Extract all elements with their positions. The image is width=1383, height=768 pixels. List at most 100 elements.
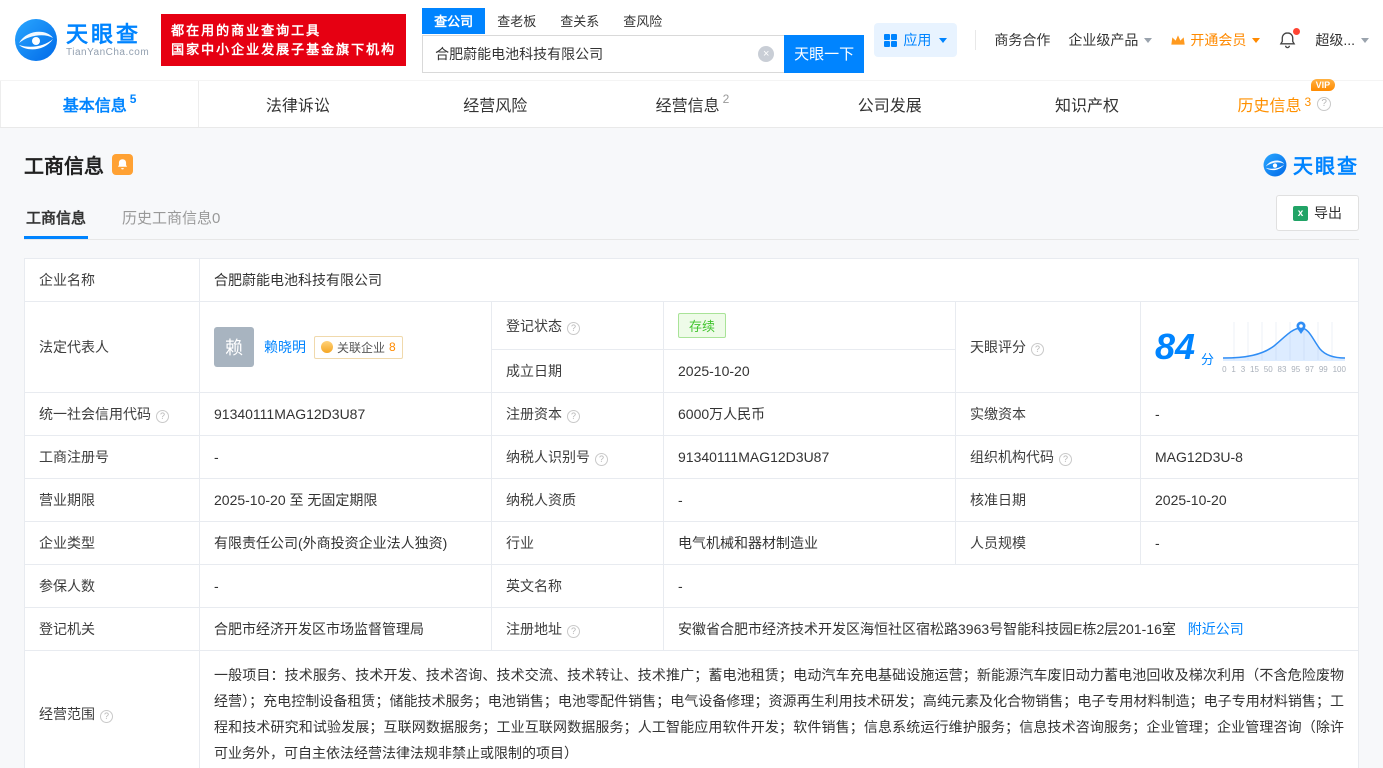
paid-capital-value: - (1140, 392, 1359, 436)
reg-status-value: 存续 (663, 301, 956, 350)
promo-banner: 都在用的商业查询工具 国家中小企业发展子基金旗下机构 (161, 14, 407, 66)
insured-value: - (199, 564, 492, 608)
org-code-value: MAG12D3U-8 (1140, 435, 1359, 479)
reg-capital-value: 6000万人民币 (663, 392, 956, 436)
taxpayer-id-label: 纳税人识别号? (491, 435, 664, 479)
search-tab-risk[interactable]: 查风险 (611, 8, 674, 34)
help-icon[interactable]: ? (595, 453, 608, 466)
menu-enterprise-products[interactable]: 企业级产品 (1068, 30, 1153, 50)
search-tab-boss[interactable]: 查老板 (485, 8, 548, 34)
page-title: 工商信息 (24, 156, 104, 178)
staff-size-value: - (1140, 521, 1359, 565)
menu-cooperation-label: 商务合作 (994, 32, 1051, 48)
status-badge: 存续 (678, 313, 727, 338)
menu-super-vip[interactable]: 超级... (1315, 30, 1369, 50)
industry-value: 电气机械和器材制造业 (663, 521, 956, 565)
main-content: 工商信息 天眼查 工商信息 历史工商信息0 x 导出 企业名称 合肥蔚能电池科技… (0, 128, 1383, 768)
score-curve (1223, 321, 1346, 361)
org-code-label: 组织机构代码? (955, 435, 1141, 479)
menu-business-cooperation[interactable]: 商务合作 (994, 30, 1050, 50)
tianyancha-logo[interactable]: 天眼查 TianYanCha.com (14, 18, 149, 62)
table-row: 企业类型 有限责任公司(外商投资企业法人独资) 行业 电气机械和器材制造业 人员… (24, 521, 1359, 565)
tianyan-score-label: 天眼评分? (955, 301, 1141, 393)
taxpayer-quali-value: - (663, 478, 956, 522)
approve-date-label: 核准日期 (955, 478, 1141, 522)
help-icon[interactable]: ? (567, 321, 580, 335)
logo-cn: 天眼查 (66, 21, 142, 47)
tab-intellectual-property[interactable]: 知识产权 (988, 81, 1185, 127)
help-icon[interactable]: ? (156, 410, 169, 423)
tianyancha-brand-mark: 天眼查 (1263, 150, 1359, 179)
reg-status-label: 登记状态? (491, 301, 664, 350)
legal-rep-cell: 赖 赖晓明 关联企业 8 (199, 301, 492, 393)
help-icon[interactable]: ? (100, 710, 113, 723)
legal-rep-label: 法定代表人 (24, 301, 200, 393)
address-cell: 安徽省合肥市经济技术开发区海恒社区宿松路3963号智能科技园E栋2层201-16… (663, 607, 1359, 651)
help-icon[interactable]: ? (567, 625, 580, 638)
table-row: 参保人数 - 英文名称 - (24, 564, 1359, 608)
help-icon[interactable]: ? (1317, 97, 1332, 111)
address-value: 安徽省合肥市经济技术开发区海恒社区宿松路3963号智能科技园E栋2层201-16… (678, 621, 1176, 637)
table-row: 营业期限 2025-10-20 至 无固定期限 纳税人资质 - 核准日期 202… (24, 478, 1359, 522)
tab-basic-info[interactable]: 基本信息 5 (0, 81, 200, 127)
related-company-icon (321, 341, 333, 353)
search-button[interactable]: 天眼一下 (784, 34, 865, 73)
menu-open-membership[interactable]: 开通会员 (1170, 30, 1261, 50)
company-name-value: 合肥蔚能电池科技有限公司 (199, 258, 1359, 302)
business-term-label: 营业期限 (24, 478, 200, 522)
tianyan-score-cell: 84 分 0 1 3 15 50 83 95 97 99 100 (1140, 301, 1359, 393)
menu-apps[interactable]: 应用 (874, 23, 958, 57)
vip-badge: VIP (1310, 79, 1336, 91)
credit-code-label: 统一社会信用代码? (24, 392, 200, 436)
related-companies-label: 关联企业 (337, 340, 386, 355)
related-companies-chip[interactable]: 关联企业 8 (314, 335, 403, 359)
approve-date-value: 2025-10-20 (1140, 478, 1359, 522)
tab-company-development[interactable]: 公司发展 (791, 81, 988, 127)
subtab-business-registration[interactable]: 工商信息 (24, 197, 89, 239)
help-icon[interactable]: ? (1059, 453, 1072, 466)
subtab-history-registration[interactable]: 历史工商信息0 (120, 197, 222, 239)
business-info-table: 企业名称 合肥蔚能电池科技有限公司 法定代表人 赖 赖晓明 关联企业 8 登记状… (24, 258, 1359, 768)
tab-business-info[interactable]: 经营信息 2 (594, 81, 791, 127)
search-input[interactable] (422, 34, 785, 73)
company-nav-tabs: 基本信息 5 法律诉讼 经营风险 经营信息 2 公司发展 知识产权 历史信息 3 … (0, 79, 1383, 128)
tab-operational-risk[interactable]: 经营风险 (397, 81, 594, 127)
search-tabs: 查公司 查老板 查关系 查风险 (422, 7, 864, 34)
logo-en: TianYanCha.com (66, 46, 150, 58)
crown-icon (1171, 35, 1185, 45)
menu-super-label: 超级... (1315, 32, 1355, 48)
subscribe-bell-icon[interactable] (112, 154, 133, 175)
business-scope-label: 经营范围? (24, 650, 200, 768)
export-button[interactable]: x 导出 (1276, 195, 1359, 231)
notifications-bell[interactable] (1278, 27, 1301, 50)
help-icon[interactable]: ? (567, 410, 580, 423)
english-name-label: 英文名称 (491, 564, 664, 608)
search-tab-company[interactable]: 查公司 (422, 7, 486, 34)
clear-search-icon[interactable]: × (758, 45, 775, 62)
table-row: 企业名称 合肥蔚能电池科技有限公司 (24, 258, 1359, 302)
tianyancha-logo-icon (1263, 153, 1287, 176)
legal-rep-avatar[interactable]: 赖 (214, 327, 254, 367)
table-row: 工商注册号 - 纳税人识别号? 91340111MAG12D3U87 组织机构代… (24, 435, 1359, 479)
menu-vip-label: 开通会员 (1190, 32, 1247, 48)
address-label: 注册地址? (491, 607, 664, 651)
related-companies-count: 8 (389, 340, 396, 354)
promo-line2: 国家中小企业发展子基金旗下机构 (171, 42, 397, 57)
est-date-value: 2025-10-20 (663, 349, 956, 393)
section-header: 工商信息 天眼查 (24, 150, 1359, 179)
search-row: × 天眼一下 (422, 34, 865, 73)
reg-authority-label: 登记机关 (24, 607, 200, 651)
staff-size-label: 人员规模 (955, 521, 1141, 565)
tab-count-badge: 2 (722, 92, 730, 106)
tab-history-info[interactable]: 历史信息 3 VIP ? (1186, 79, 1383, 127)
top-header: 天眼查 TianYanCha.com 都在用的商业查询工具 国家中小企业发展子基… (0, 0, 1383, 80)
excel-icon: x (1293, 205, 1308, 221)
nearby-companies-link[interactable]: 附近公司 (1188, 621, 1244, 637)
help-icon[interactable]: ? (1031, 343, 1044, 356)
company-type-value: 有限责任公司(外商投资企业法人独资) (199, 521, 492, 565)
taxpayer-id-value: 91340111MAG12D3U87 (663, 435, 956, 479)
legal-rep-name-link[interactable]: 赖晓明 (264, 337, 306, 357)
reg-authority-value: 合肥市经济开发区市场监督管理局 (199, 607, 492, 651)
search-tab-relation[interactable]: 查关系 (548, 8, 611, 34)
tab-legal-proceedings[interactable]: 法律诉讼 (199, 81, 396, 127)
